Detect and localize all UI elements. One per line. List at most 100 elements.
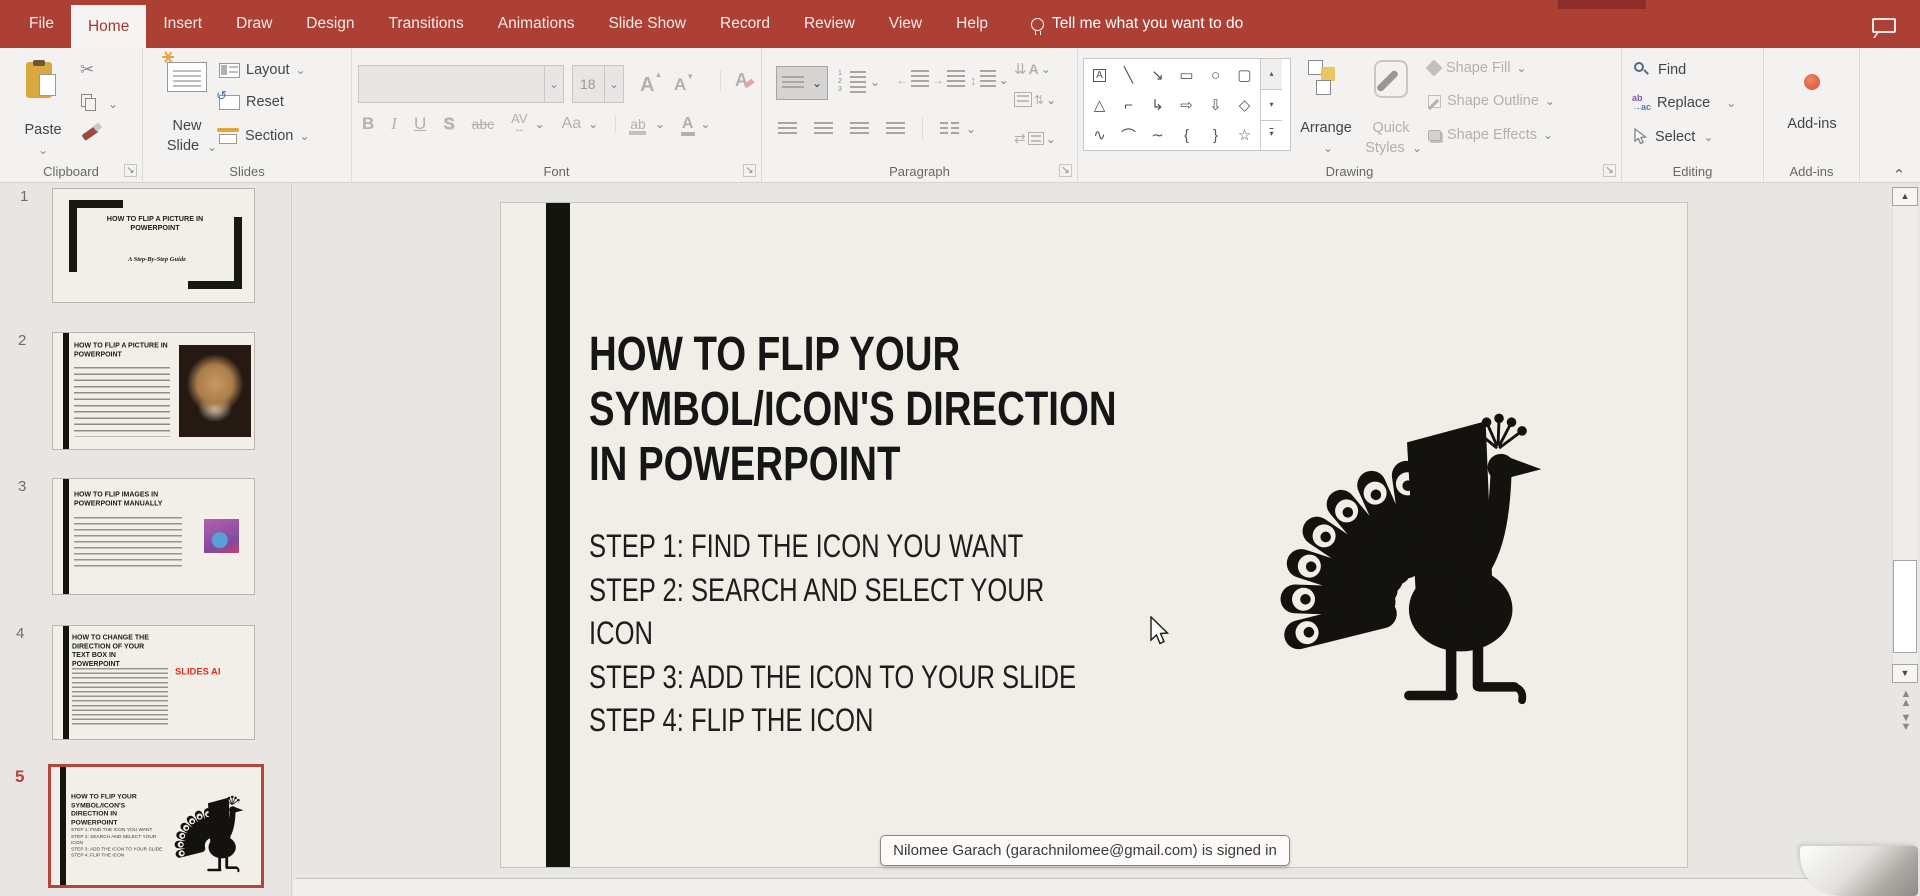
- text-shadow-button[interactable]: S: [443, 114, 454, 134]
- tab-design[interactable]: Design: [289, 0, 371, 48]
- bold-button[interactable]: B: [362, 114, 374, 134]
- shape-star[interactable]: ☆: [1230, 120, 1259, 150]
- tab-transitions[interactable]: Transitions: [372, 0, 481, 48]
- line-spacing-button[interactable]: ↕ ⌄: [970, 70, 1009, 90]
- tab-home[interactable]: Home: [70, 5, 147, 48]
- paragraph-dialog-launcher[interactable]: ↘: [1059, 164, 1072, 177]
- slide-canvas[interactable]: HOW TO FLIP YOUR SYMBOL/ICON'S DIRECTION…: [500, 202, 1688, 868]
- shape-outline-button[interactable]: Shape Outline ⌄: [1427, 93, 1555, 110]
- strikethrough-button[interactable]: abc: [472, 116, 495, 132]
- thumbnail-slide-5-selected[interactable]: HOW TO FLIP YOUR SYMBOL/ICON'S DIRECTION…: [48, 764, 264, 888]
- shape-elbow-arrow[interactable]: ↳: [1143, 90, 1172, 120]
- collapse-ribbon-button[interactable]: ⌃: [1884, 166, 1914, 184]
- thumbnail-slide-4[interactable]: HOW TO CHANGE THE DIRECTION OF YOUR TEXT…: [52, 625, 255, 740]
- font-color-button[interactable]: A: [680, 115, 695, 136]
- shape-arc[interactable]: ⌒: [1114, 120, 1143, 150]
- thumbnail-slide-3[interactable]: HOW TO FLIP IMAGES IN POWERPOINT MANUALL…: [52, 478, 255, 595]
- tab-view[interactable]: View: [872, 0, 939, 48]
- underline-button[interactable]: U: [414, 114, 426, 134]
- cut-button[interactable]: ✂: [80, 60, 94, 80]
- shape-curve[interactable]: ∼: [1143, 120, 1172, 150]
- increase-indent-button[interactable]: →: [932, 70, 965, 90]
- shape-rounded-rectangle[interactable]: ▢: [1230, 60, 1259, 90]
- italic-button[interactable]: I: [391, 114, 397, 134]
- shape-freeform[interactable]: ◇: [1230, 90, 1259, 120]
- shape-down-arrow[interactable]: ⇩: [1201, 90, 1230, 120]
- paste-button[interactable]: Paste ⌄: [18, 60, 68, 156]
- thumbnail-slide-2[interactable]: HOW TO FLIP A PICTURE IN POWERPOINT: [52, 332, 255, 450]
- highlight-button[interactable]: ab: [615, 116, 647, 135]
- bullets-button[interactable]: ⌄: [776, 66, 828, 100]
- grow-font-button[interactable]: A▲: [640, 70, 662, 97]
- layout-button[interactable]: Layout ⌄: [219, 62, 306, 78]
- tab-record[interactable]: Record: [703, 0, 787, 48]
- previous-slide-button[interactable]: ▲ ▲: [1897, 689, 1915, 709]
- scroll-down-button[interactable]: ▼: [1892, 664, 1918, 683]
- scroll-thumb[interactable]: [1893, 560, 1917, 653]
- justify-button[interactable]: [886, 122, 905, 136]
- clear-formatting-button[interactable]: A: [720, 70, 755, 91]
- align-left-button[interactable]: [778, 122, 797, 136]
- thumbnail-slide-1[interactable]: HOW TO FLIP A PICTURE IN POWERPOINT A St…: [52, 188, 255, 303]
- shape-left-brace[interactable]: {: [1172, 120, 1201, 150]
- slide-body-text[interactable]: STEP 1: FIND THE ICON YOU WANT STEP 2: S…: [589, 525, 1076, 743]
- decrease-indent-button[interactable]: ←: [896, 70, 929, 90]
- shape-right-brace[interactable]: }: [1201, 120, 1230, 150]
- shape-arrow[interactable]: ↘: [1143, 60, 1172, 90]
- shape-fill-button[interactable]: Shape Fill ⌄: [1425, 59, 1527, 77]
- tab-insert[interactable]: Insert: [146, 0, 219, 48]
- font-dialog-launcher[interactable]: ↘: [743, 164, 756, 177]
- drawing-dialog-launcher[interactable]: ↘: [1603, 164, 1616, 177]
- tab-slide-show[interactable]: Slide Show: [591, 0, 703, 48]
- horizontal-scroll-track[interactable]: [293, 879, 1878, 896]
- gallery-scroll-up[interactable]: ▴: [1261, 59, 1282, 89]
- align-text-button[interactable]: ⇅ ⌄: [1014, 92, 1056, 107]
- text-direction-button[interactable]: ⇊ A ⌄: [1014, 60, 1051, 78]
- slide-title[interactable]: HOW TO FLIP YOUR SYMBOL/ICON'S DIRECTION…: [589, 327, 1117, 492]
- shape-line[interactable]: ╲: [1114, 60, 1143, 90]
- tab-animations[interactable]: Animations: [481, 0, 592, 48]
- addins-button[interactable]: Add-ins: [1782, 64, 1842, 154]
- font-size-combobox[interactable]: 18 ⌄: [572, 65, 624, 103]
- align-center-button[interactable]: [814, 122, 833, 136]
- shape-triangle[interactable]: △: [1085, 90, 1114, 120]
- chevron-down-icon: ⌄: [38, 143, 49, 157]
- shrink-font-button[interactable]: A▼: [674, 72, 694, 95]
- quick-styles-button[interactable]: Quick Styles ⌄: [1360, 58, 1422, 158]
- numbering-button[interactable]: 123 ⌄: [838, 70, 880, 94]
- change-case-button[interactable]: Aa: [562, 115, 582, 133]
- scroll-up-button[interactable]: ▲: [1892, 187, 1918, 206]
- next-slide-button[interactable]: ▼ ▼: [1897, 713, 1915, 733]
- character-spacing-button[interactable]: AV ↔: [511, 112, 527, 135]
- shape-elbow[interactable]: ⌐: [1114, 90, 1143, 120]
- section-button[interactable]: Section ⌄: [217, 128, 309, 144]
- arrange-button[interactable]: Arrange ⌄: [1294, 58, 1358, 158]
- gallery-more[interactable]: ▾: [1261, 120, 1282, 150]
- align-right-button[interactable]: [850, 122, 869, 136]
- font-name-combobox[interactable]: ⌄: [358, 65, 564, 103]
- replace-button[interactable]: ab →ac Replace ⌄: [1632, 94, 1736, 112]
- shapes-gallery[interactable]: A ╲ ↘ ▭ ○ ▢ △ ⌐ ↳ ⇨ ⇩ ◇ ∿ ⌒ ∼ { } ☆ ▴ ▾ …: [1083, 58, 1291, 151]
- shape-oval[interactable]: ○: [1201, 60, 1230, 90]
- select-button[interactable]: Select ⌄: [1634, 128, 1713, 145]
- convert-smartart-button[interactable]: ⇄ ⌄: [1014, 130, 1056, 147]
- shape-right-arrow[interactable]: ⇨: [1172, 90, 1201, 120]
- comments-icon[interactable]: [1872, 18, 1896, 33]
- tab-draw[interactable]: Draw: [219, 0, 289, 48]
- tell-me-box[interactable]: Tell me what you want to do: [1052, 15, 1243, 33]
- copy-dropdown[interactable]: ⌄: [108, 98, 118, 110]
- clipboard-dialog-launcher[interactable]: ↘: [124, 164, 137, 177]
- new-slide-button[interactable]: New Slide ⌄: [162, 51, 217, 154]
- shape-rectangle[interactable]: ▭: [1172, 60, 1201, 90]
- tab-file[interactable]: File: [12, 0, 71, 48]
- shape-textbox[interactable]: A: [1085, 60, 1114, 90]
- shape-scribble[interactable]: ∿: [1085, 120, 1114, 150]
- columns-button[interactable]: [940, 122, 959, 136]
- reset-button[interactable]: ↺ Reset: [216, 88, 284, 111]
- tab-help[interactable]: Help: [939, 0, 1005, 48]
- peacock-icon[interactable]: [1263, 381, 1551, 707]
- tab-review[interactable]: Review: [787, 0, 872, 48]
- find-button[interactable]: Find: [1634, 62, 1686, 78]
- shape-effects-button[interactable]: Shape Effects ⌄: [1428, 127, 1553, 143]
- gallery-scroll-down[interactable]: ▾: [1261, 89, 1282, 120]
